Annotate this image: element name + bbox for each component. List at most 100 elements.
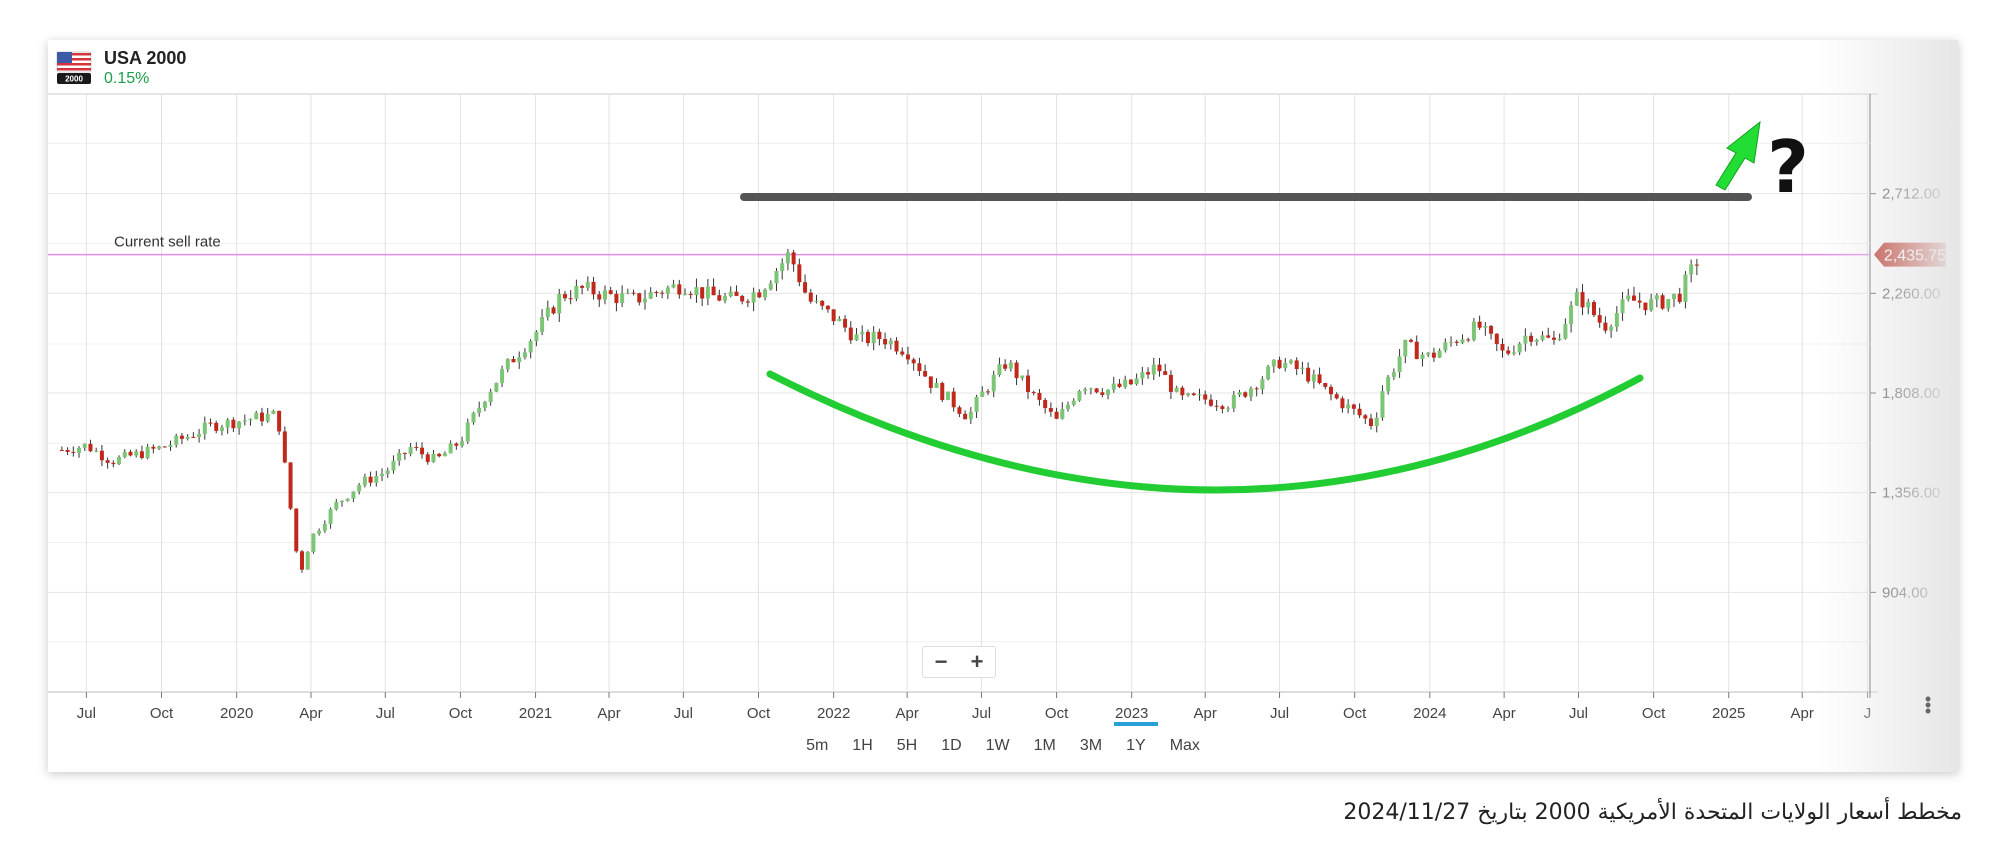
candle-down	[1637, 300, 1642, 303]
x-tick-label: 2021	[519, 705, 552, 722]
candle-down	[282, 431, 287, 463]
candle-down	[1643, 302, 1648, 311]
candle-up	[1106, 389, 1111, 395]
candle-up	[1300, 367, 1305, 370]
candle-down	[1294, 360, 1299, 370]
candle-up	[460, 441, 465, 446]
candle-down	[688, 294, 693, 296]
candle-up	[602, 290, 607, 300]
zoom-out-button[interactable]: −	[926, 648, 956, 676]
candle-down	[568, 298, 573, 300]
candle-down	[1631, 295, 1636, 301]
period-1w[interactable]: 1W	[974, 736, 1022, 756]
candle-down	[580, 285, 585, 288]
candle-up	[1008, 362, 1013, 369]
candle-down	[831, 309, 836, 322]
candle-down	[1489, 325, 1494, 334]
candle-down	[1597, 315, 1602, 323]
candle-down	[105, 460, 110, 463]
period-1m[interactable]: 1M	[1022, 736, 1068, 756]
candle-up	[1020, 375, 1025, 379]
period-5m[interactable]: 5m	[794, 736, 840, 756]
candle-up	[1386, 376, 1391, 392]
candle-up	[1586, 302, 1591, 308]
candle-up	[1437, 350, 1442, 358]
x-tick-label: 2023	[1115, 705, 1148, 722]
candle-up	[1186, 393, 1191, 396]
candle-up	[1420, 354, 1425, 360]
candle-up	[763, 289, 768, 298]
candle-up	[1174, 387, 1179, 392]
zoom-in-button[interactable]: +	[962, 648, 992, 676]
candle-up	[997, 364, 1002, 376]
candle-down	[820, 300, 825, 306]
candle-up	[1266, 366, 1271, 380]
x-tick-label: Apr	[299, 705, 322, 722]
candle-up	[1666, 299, 1671, 309]
period-max[interactable]: Max	[1158, 736, 1212, 756]
candle-up	[1671, 293, 1676, 300]
candle-up	[362, 476, 367, 486]
candle-up	[528, 341, 533, 353]
candle-up	[1689, 264, 1694, 275]
candle-down	[1214, 405, 1219, 407]
candle-up	[774, 271, 779, 284]
candle-down	[1157, 364, 1162, 372]
candle-down	[865, 331, 870, 344]
candle-up	[1111, 383, 1116, 390]
candle-down	[1026, 375, 1031, 393]
period-5h[interactable]: 5H	[885, 736, 929, 756]
candle-down	[1306, 367, 1311, 382]
x-tick-label: Jul	[972, 705, 991, 722]
candle-up	[1563, 324, 1568, 339]
candle-up	[1511, 352, 1516, 354]
candle-up	[1088, 388, 1093, 390]
candle-up	[1140, 372, 1145, 379]
candle-down	[1208, 399, 1213, 406]
candle-up	[1077, 391, 1082, 401]
candle-up	[888, 340, 893, 345]
candle-up	[1288, 360, 1293, 363]
period-1y[interactable]: 1Y	[1114, 722, 1158, 756]
candle-up	[500, 369, 505, 383]
candle-down	[1277, 359, 1282, 369]
candle-down	[1340, 398, 1345, 409]
period-1d[interactable]: 1D	[929, 736, 973, 756]
candle-down	[454, 443, 459, 446]
x-tick-label: J	[1864, 705, 1872, 722]
candle-down	[420, 447, 425, 455]
candle-up	[837, 318, 842, 322]
x-tick-label: Jul	[674, 705, 693, 722]
price-chart[interactable]: 904.00 1,356.00 1,808.00 2,260.00 2,712.00 Ju…	[48, 40, 1958, 772]
period-3m[interactable]: 3M	[1068, 736, 1114, 756]
candle-up	[431, 453, 436, 462]
candle-down	[677, 284, 682, 295]
x-tick-label: Apr	[1791, 705, 1814, 722]
candle-up	[671, 284, 676, 288]
candle-up	[574, 285, 579, 299]
candle-up	[860, 331, 865, 335]
candle-up	[1346, 404, 1351, 409]
candle-up	[1517, 343, 1522, 353]
candle-up	[408, 447, 413, 454]
candle-down	[660, 292, 665, 294]
candle-up	[1609, 326, 1614, 331]
zoom-control: − +	[922, 646, 996, 678]
candle-up	[311, 533, 316, 552]
more-options-icon[interactable]: • • •	[1924, 690, 1932, 720]
x-tick-label: Apr	[1194, 705, 1217, 722]
candle-down	[848, 327, 853, 341]
candle-down	[1037, 392, 1042, 400]
candle-up	[1226, 408, 1231, 410]
candle-down	[1363, 415, 1368, 419]
candle-up	[1197, 394, 1202, 396]
sell-rate-label: Current sell rate	[114, 234, 221, 251]
period-1h[interactable]: 1H	[840, 736, 884, 756]
x-tick-label: Apr	[597, 705, 620, 722]
candle-down	[843, 318, 848, 328]
candle-down	[1163, 371, 1168, 375]
candle-up	[968, 411, 973, 420]
candle-down	[951, 391, 956, 408]
candle-up	[145, 446, 150, 458]
arrow-up-icon	[1715, 120, 1761, 191]
